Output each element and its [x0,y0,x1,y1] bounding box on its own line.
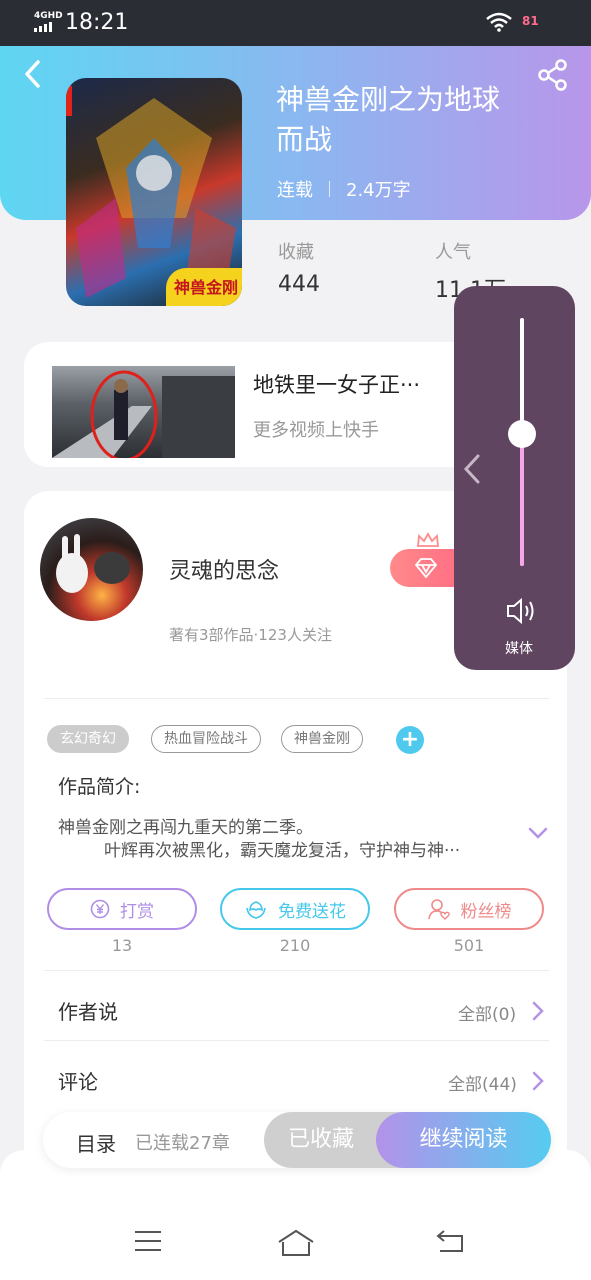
add-tag-button[interactable]: + [396,726,424,754]
fans-icon [427,899,450,920]
tag-item[interactable]: 神兽金刚 [281,725,363,753]
tag-item[interactable]: 热血冒险战斗 [151,725,261,753]
send-flower-button[interactable]: 免费送花 [220,888,370,930]
wifi-icon [486,12,512,32]
clock: 18:21 [65,10,129,35]
intro-heading: 作品简介: [58,776,141,798]
avatar-art [56,534,130,593]
volume-slider-fill [520,433,524,566]
return-icon[interactable] [434,1228,466,1254]
book-title-line1: 神兽金刚之为地球 [276,83,501,116]
flower-icon [246,901,266,919]
intro-line: 叶辉再次被黑化，霸天魔龙复活，守护神与神··· [104,841,461,861]
tip-label: 打赏 [120,901,154,922]
word-count: 2.4万字 [346,180,411,201]
author-avatar[interactable] [40,518,143,621]
crown-icon [417,532,439,547]
video-subtitle: 更多视频上快手 [253,420,379,441]
status-bar: 4GHD 18:21 81 [0,0,591,46]
video-title[interactable]: 地铁里一女子正··· [253,369,420,399]
fans-label: 粉丝榜 [460,901,512,922]
meta-divider [329,181,330,197]
book-title-line2: 而战 [276,123,333,156]
signal-icon [34,22,52,32]
bottom-panel [0,1150,591,1280]
cover-badge: 神兽金刚 [166,268,242,306]
popularity-label: 人气 [435,242,471,263]
battery-indicator: 81 [522,14,539,28]
divider [44,1040,549,1041]
author-says-link[interactable]: 全部(0) [458,1000,516,1025]
favorites-label: 收藏 [278,242,314,263]
toc-button[interactable]: 目录 [76,1128,116,1157]
menu-icon[interactable] [133,1228,163,1254]
chapter-count[interactable]: 已连载27章 [135,1129,230,1155]
video-thumbnail-art [52,370,235,458]
book-title: 神兽金刚之为地球 而战 [276,80,556,160]
back-icon[interactable] [18,58,50,90]
fans-rank-button[interactable]: 粉丝榜 [394,888,544,930]
book-cover[interactable]: 神兽金刚 [66,78,242,306]
tip-button[interactable]: 打赏 [47,888,197,930]
book-meta: 连载 2.4万字 [277,176,411,202]
flower-label: 免费送花 [278,901,346,922]
favorites-value: 444 [278,272,320,297]
chevron-left-icon[interactable] [462,454,482,484]
video-thumbnail[interactable] [52,366,235,458]
vip-badge[interactable] [390,549,460,587]
fans-count: 501 [453,936,485,955]
speaker-icon[interactable] [505,596,539,626]
flower-count: 210 [279,936,311,955]
divider [44,970,549,971]
author-summary: 著有3部作品·123人关注 [169,626,332,644]
tip-count: 13 [111,936,133,955]
author-name[interactable]: 灵魂的思念 [169,553,279,585]
divider [44,698,549,699]
tag-item[interactable]: 玄幻奇幻 [47,725,129,753]
network-type: 4GHD [34,11,63,21]
volume-label: 媒体 [505,641,533,657]
chevron-right-icon[interactable] [530,1001,546,1021]
comments-label[interactable]: 评论 [58,1066,98,1095]
home-icon[interactable] [276,1228,316,1258]
volume-slider-knob[interactable] [508,420,536,448]
chevron-down-icon[interactable] [528,826,548,840]
chevron-right-icon[interactable] [530,1071,546,1091]
book-status: 连载 [277,180,313,201]
intro-line: 神兽金刚之再闯九重天的第二季。 [58,818,313,838]
author-says-label[interactable]: 作者说 [58,996,118,1025]
comments-link[interactable]: 全部(44) [448,1070,517,1095]
continue-reading-button[interactable]: 继续阅读 [376,1112,551,1168]
yuan-icon [90,899,110,919]
diamond-icon [414,558,438,578]
